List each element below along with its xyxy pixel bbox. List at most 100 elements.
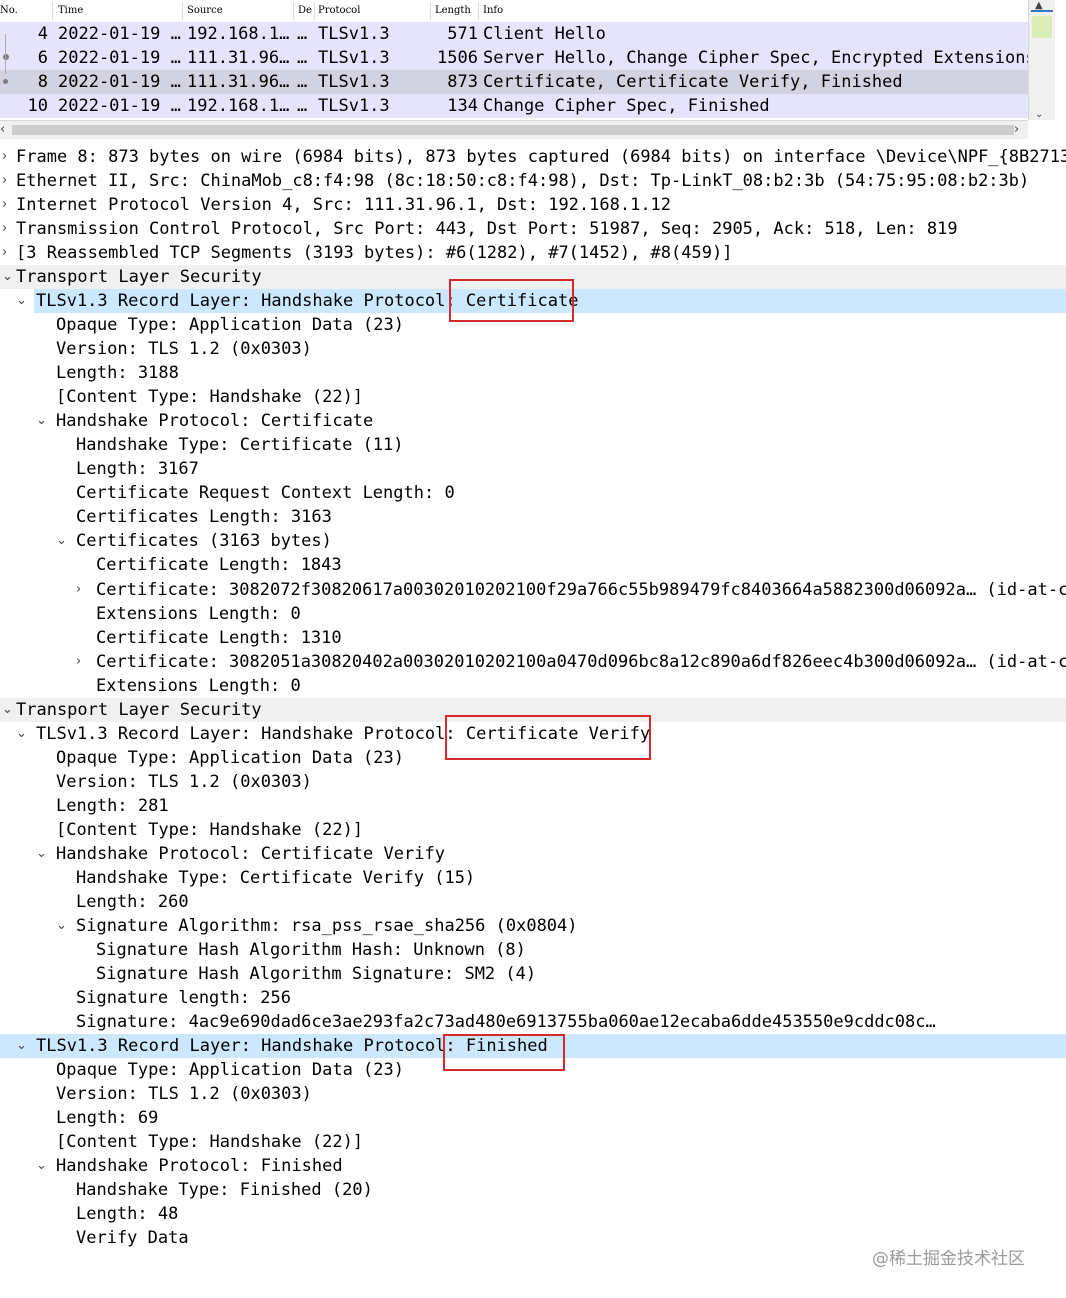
- tree-item[interactable]: Signature Hash Algorithm Hash: Unknown (…: [0, 938, 1066, 962]
- packet-row[interactable]: 4 2022-01-19 … 192.168.1… … TLSv1.3 571 Client…: [0, 22, 1028, 46]
- tree-item[interactable]: Certificates Length: 3163: [0, 505, 1066, 529]
- watermark: @稀土掘金技术社区: [872, 1249, 1025, 1269]
- packet-protocol: TLSv1.3: [318, 24, 390, 44]
- packet-list: No. Time Source De Protocol Length Info …: [0, 0, 1066, 139]
- collapse-chevron-icon[interactable]: ⌄: [36, 1154, 47, 1178]
- scrollbar-thumb[interactable]: [12, 125, 1014, 135]
- tree-item[interactable]: Signature length: 256: [0, 986, 1066, 1010]
- packet-info: Client Hello: [483, 24, 606, 44]
- tree-item[interactable]: › Certificate: 3082072f30820617a003020102…: [0, 578, 1066, 602]
- tree-item[interactable]: ⌄ Handshake Protocol: Certificate Verify: [0, 842, 1066, 866]
- packet-no: 4: [37, 24, 48, 44]
- tree-item[interactable]: Length: 3167: [0, 457, 1066, 481]
- scroll-left-icon[interactable]: ‹: [0, 122, 5, 137]
- col-header-destination[interactable]: De: [298, 5, 312, 16]
- expand-chevron-icon[interactable]: ›: [2, 217, 7, 241]
- tree-item-label: Handshake Type: Certificate Verify (15): [76, 868, 476, 888]
- tree-item[interactable]: › Transmission Control Protocol, Src Port…: [0, 217, 1066, 241]
- tree-item[interactable]: Certificate Request Context Length: 0: [0, 481, 1066, 505]
- tree-item[interactable]: Length: 281: [0, 794, 1066, 818]
- expand-chevron-icon[interactable]: ›: [2, 241, 7, 265]
- tree-item[interactable]: [Content Type: Handshake (22)]: [0, 818, 1066, 842]
- tree-item[interactable]: › Ethernet II, Src: ChinaMob_c8:f4:98 (8c…: [0, 169, 1066, 193]
- expand-chevron-icon[interactable]: ›: [2, 193, 7, 217]
- tree-item[interactable]: Version: TLS 1.2 (0x0303): [0, 770, 1066, 794]
- col-header-length[interactable]: Length: [435, 5, 471, 16]
- packet-destination: …: [297, 96, 308, 116]
- expand-chevron-icon[interactable]: ›: [76, 578, 81, 602]
- tree-item-label: Certificate: 3082072f30820617a0030201020…: [96, 580, 1066, 600]
- tree-item[interactable]: Version: TLS 1.2 (0x0303): [0, 337, 1066, 361]
- col-header-source[interactable]: Source: [187, 5, 223, 16]
- annotation-box-certificate: [449, 279, 574, 322]
- collapse-chevron-icon[interactable]: ⌄: [2, 698, 13, 722]
- collapse-chevron-icon[interactable]: ⌄: [56, 914, 67, 938]
- expand-chevron-icon[interactable]: ›: [76, 650, 81, 674]
- tree-item-label: Handshake Protocol: Certificate Verify: [56, 844, 445, 864]
- collapse-chevron-icon[interactable]: ⌄: [36, 409, 47, 433]
- tree-item[interactable]: [Content Type: Handshake (22)]: [0, 385, 1066, 409]
- collapse-chevron-icon[interactable]: ⌄: [36, 842, 47, 866]
- tree-item-label: Ethernet II, Src: ChinaMob_c8:f4:98 (8c:…: [16, 171, 1030, 191]
- tree-item-label: Verify Data: [76, 1228, 189, 1248]
- annotation-box-finished: [443, 1034, 565, 1071]
- tree-item[interactable]: [Content Type: Handshake (22)]: [0, 1130, 1066, 1154]
- collapse-chevron-icon[interactable]: ⌄: [16, 289, 27, 313]
- tree-item[interactable]: Length: 48: [0, 1202, 1066, 1226]
- tree-item[interactable]: Version: TLS 1.2 (0x0303): [0, 1082, 1066, 1106]
- tree-item-label: Frame 8: 873 bytes on wire (6984 bits), …: [16, 147, 1066, 167]
- tree-item[interactable]: › Frame 8: 873 bytes on wire (6984 bits),…: [0, 145, 1066, 169]
- tree-item[interactable]: Signature Hash Algorithm Signature: SM2 …: [0, 962, 1066, 986]
- col-header-no[interactable]: No.: [0, 5, 18, 16]
- collapse-chevron-icon[interactable]: ⌄: [2, 265, 13, 289]
- packet-time: 2022-01-19 …: [58, 72, 181, 92]
- packet-info: Server Hello, Change Cipher Spec, Encryp…: [483, 48, 1036, 68]
- tree-item[interactable]: › Internet Protocol Version 4, Src: 111.3…: [0, 193, 1066, 217]
- tree-item[interactable]: Length: 3188: [0, 361, 1066, 385]
- tree-item-label: [Content Type: Handshake (22)]: [56, 1132, 364, 1152]
- tree-item-label: Opaque Type: Application Data (23): [56, 1060, 404, 1080]
- tree-item-label: Internet Protocol Version 4, Src: 111.31…: [16, 195, 672, 215]
- tree-item[interactable]: ⌄ Signature Algorithm: rsa_pss_rsae_sha25…: [0, 914, 1066, 938]
- tree-item[interactable]: ⌄ Handshake Protocol: Certificate: [0, 409, 1066, 433]
- packet-row[interactable]: 10 2022-01-19 … 192.168.1… … TLSv1.3 134 Chang…: [0, 94, 1028, 118]
- scroll-right-icon[interactable]: ›: [1014, 122, 1019, 137]
- tree-item[interactable]: Handshake Type: Certificate (11): [0, 433, 1066, 457]
- col-header-info[interactable]: Info: [483, 5, 503, 16]
- collapse-chevron-icon[interactable]: ⌄: [56, 529, 67, 553]
- tree-item-label: Handshake Protocol: Certificate: [56, 411, 374, 431]
- col-header-protocol[interactable]: Protocol: [318, 5, 360, 16]
- tree-item[interactable]: Certificate Length: 1310: [0, 626, 1066, 650]
- tree-item[interactable]: Certificate Length: 1843: [0, 553, 1066, 577]
- collapse-chevron-icon[interactable]: ⌄: [16, 1034, 27, 1058]
- tree-item[interactable]: Extensions Length: 0: [0, 674, 1066, 698]
- tree-item[interactable]: Length: 260: [0, 890, 1066, 914]
- expand-chevron-icon[interactable]: ›: [2, 169, 7, 193]
- col-header-time[interactable]: Time: [58, 5, 83, 16]
- tree-item-label: [Content Type: Handshake (22)]: [56, 387, 364, 407]
- tree-item[interactable]: ⌄ Handshake Protocol: Finished: [0, 1154, 1066, 1178]
- tree-item[interactable]: Handshake Type: Finished (20): [0, 1178, 1066, 1202]
- tree-item[interactable]: Extensions Length: 0: [0, 602, 1066, 626]
- packet-row[interactable]: 8 2022-01-19 … 111.31.96…… TLSv1.3 873 Certif…: [0, 70, 1028, 94]
- tree-item[interactable]: › [3 Reassembled TCP Segments (3193 bytes…: [0, 241, 1066, 265]
- tree-item[interactable]: Signature: 4ac9e690dad6ce3ae293fa2c73ad4…: [0, 1010, 1066, 1034]
- scroll-down-icon[interactable]: ⌄: [1035, 109, 1043, 120]
- tree-item[interactable]: › Certificate: 3082051a30820402a003020102…: [0, 650, 1066, 674]
- packet-length: 571: [447, 24, 478, 44]
- tree-item-label: Signature length: 256: [76, 988, 291, 1008]
- tree-item-label: Opaque Type: Application Data (23): [56, 315, 404, 335]
- expand-chevron-icon[interactable]: ›: [2, 145, 7, 169]
- tree-item-label: Handshake Protocol: Finished: [56, 1156, 343, 1176]
- horizontal-scrollbar[interactable]: ‹ ›: [0, 120, 1028, 139]
- tree-item[interactable]: Handshake Type: Certificate Verify (15): [0, 866, 1066, 890]
- tree-item[interactable]: ⌄ Certificates (3163 bytes): [0, 529, 1066, 553]
- scroll-position-marker: [1031, 10, 1053, 12]
- tree-item[interactable]: Length: 69: [0, 1106, 1066, 1130]
- packet-row[interactable]: 6 2022-01-19 … 111.31.96…… TLSv1.3 1506 Serve…: [0, 46, 1036, 70]
- scrollbar-thumb[interactable]: [1032, 16, 1052, 38]
- packet-source: 111.31.96…: [187, 48, 290, 68]
- vertical-scrollbar[interactable]: ▲ ⌄: [1028, 0, 1055, 120]
- packet-list-header: No. Time Source De Protocol Length Info: [0, 0, 1028, 23]
- collapse-chevron-icon[interactable]: ⌄: [16, 722, 27, 746]
